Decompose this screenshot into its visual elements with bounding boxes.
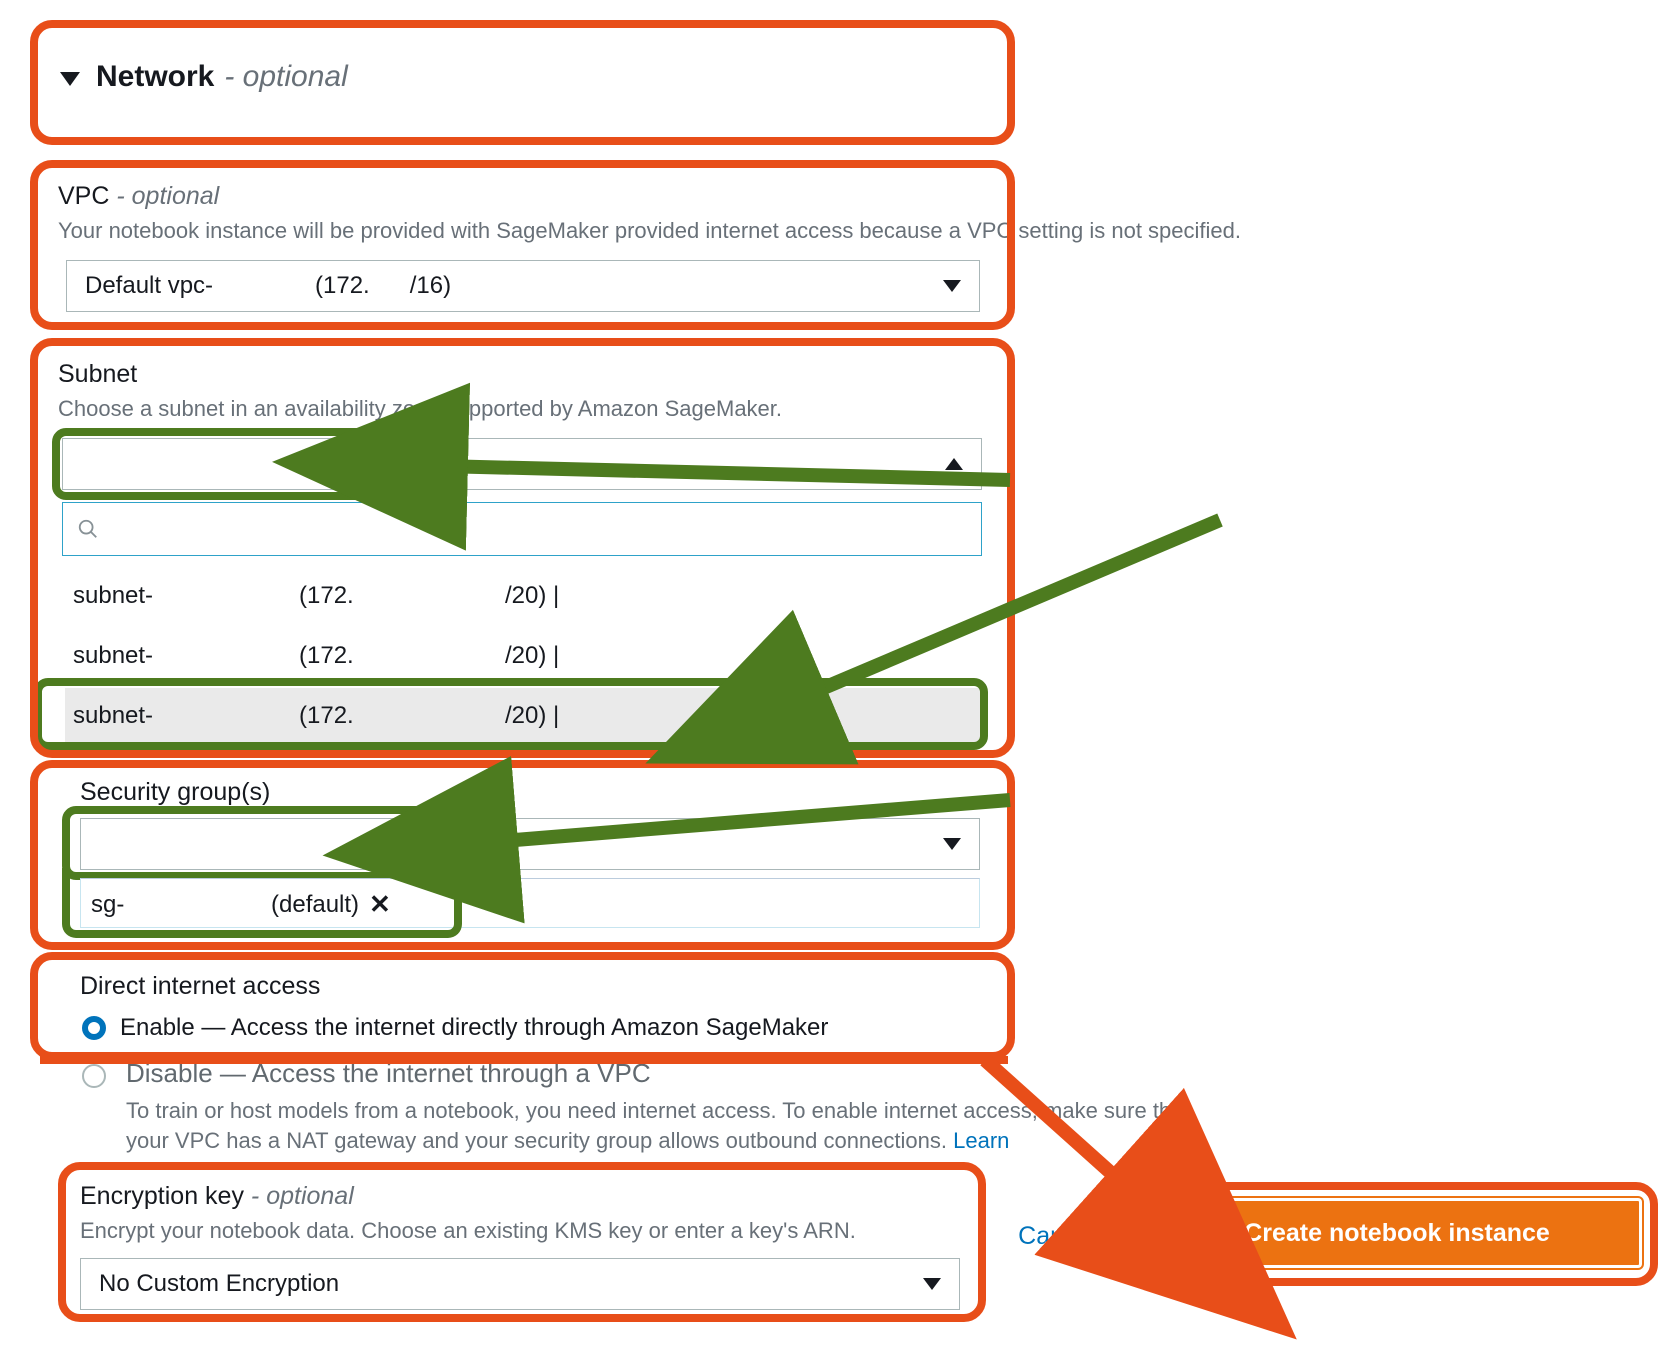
sg-select[interactable] — [80, 818, 980, 870]
create-notebook-button[interactable]: Create notebook instance — [1152, 1198, 1642, 1268]
chevron-up-icon — [945, 458, 963, 470]
dia-enable-row[interactable]: Enable — Access the internet directly th… — [82, 1014, 828, 1042]
subnet-option-2[interactable]: subnet- (172. /20) | — [65, 688, 985, 744]
caret-down-icon — [60, 60, 86, 94]
vpc-hint: Your notebook instance will be provided … — [58, 216, 1538, 246]
chip-remove-icon[interactable]: ✕ — [369, 889, 391, 920]
subnet-select[interactable] — [62, 438, 982, 490]
search-icon — [77, 518, 99, 540]
subnet-search[interactable] — [62, 502, 982, 556]
radio-checked-icon — [82, 1016, 106, 1040]
highlight-dia — [30, 952, 1015, 1060]
cancel-button[interactable]: Cancel — [1018, 1222, 1096, 1251]
network-optional: - optional — [224, 60, 347, 94]
subnet-hint: Choose a subnet in an availability zone … — [58, 394, 998, 424]
enc-select[interactable]: No Custom Encryption — [80, 1258, 960, 1310]
enc-optional: - optional — [251, 1182, 354, 1210]
network-section-header[interactable]: Network - optional — [60, 60, 348, 94]
enc-selected: No Custom Encryption — [99, 1270, 339, 1298]
sg-chip-suffix: (default) — [271, 891, 359, 919]
vpc-selected-prefix: Default vpc- — [85, 272, 275, 300]
dia-enable-text: Enable — Access the internet directly th… — [120, 1014, 828, 1042]
enc-hint: Encrypt your notebook data. Choose an ex… — [80, 1216, 1000, 1246]
chevron-down-icon — [943, 838, 961, 850]
subnet-option-1[interactable]: subnet- (172. /20) | — [65, 628, 985, 684]
enc-label: Encryption key — [80, 1182, 244, 1210]
subnet-option-0[interactable]: subnet- (172. /20) | — [65, 568, 985, 624]
dia-label: Direct internet access — [80, 972, 320, 1001]
dia-help: To train or host models from a notebook,… — [126, 1098, 1190, 1153]
sg-label: Security group(s) — [80, 778, 270, 807]
vpc-select[interactable]: Default vpc- (172. /16) — [66, 260, 980, 312]
vpc-selected-cidr-open: (172. — [315, 272, 370, 300]
dia-disable-row[interactable] — [82, 1064, 106, 1088]
vpc-selected-cidr-close: /16) — [410, 272, 451, 300]
chevron-down-icon — [943, 280, 961, 292]
sg-chip-prefix: sg- — [91, 891, 261, 919]
chevron-down-icon — [923, 1278, 941, 1290]
vpc-optional: - optional — [116, 182, 219, 210]
network-title: Network — [96, 60, 214, 94]
subnet-label: Subnet — [58, 360, 137, 389]
radio-unchecked-icon — [82, 1064, 106, 1088]
vpc-label: VPC — [58, 182, 109, 210]
dia-learn-link[interactable]: Learn — [953, 1128, 1009, 1153]
